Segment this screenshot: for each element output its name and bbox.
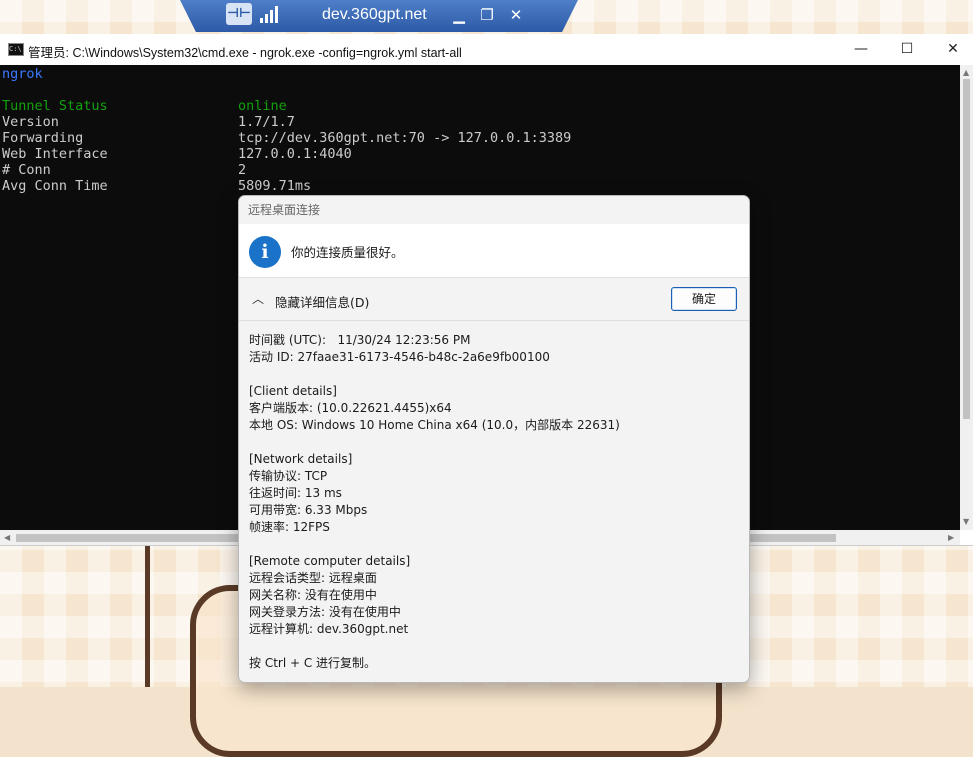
- signal-icon[interactable]: [260, 5, 278, 23]
- rdp-close-button[interactable]: ✕: [505, 4, 527, 26]
- console-row-label: Web Interface: [2, 146, 108, 162]
- dialog-message: 你的连接质量很好。: [291, 245, 404, 260]
- background-line: [145, 545, 150, 687]
- console-row-label: Version: [2, 114, 59, 130]
- details-line: 本地 OS: Windows 10 Home China x64 (10.0，内…: [249, 418, 620, 432]
- console-row-label: Avg Conn Time: [2, 178, 108, 194]
- details-line: 网关登录方法: 没有在使用中: [249, 605, 401, 619]
- vertical-scrollbar[interactable]: ▲ ▼: [960, 65, 973, 530]
- details-line: [249, 638, 739, 655]
- details-line: [Remote computer details]: [249, 554, 411, 568]
- details-line: 可用带宽: 6.33 Mbps: [249, 503, 368, 517]
- console-row-value: tcp://dev.360gpt.net:70 -> 127.0.0.1:338…: [238, 130, 572, 146]
- console-row-value: 5809.71ms: [238, 178, 312, 194]
- rdp-restore-button[interactable]: ❐: [476, 4, 498, 26]
- details-line: [249, 434, 739, 451]
- details-line: 传输协议: TCP: [249, 469, 328, 483]
- pin-icon[interactable]: ⊣⊢: [226, 3, 252, 25]
- vertical-scroll-thumb[interactable]: [963, 79, 970, 419]
- details-line: 客户端版本: (10.0.22621.4455)x64: [249, 401, 452, 415]
- details-line: 往返时间: 13 ms: [249, 486, 342, 500]
- details-line: 时间戳 (UTC): 11/30/24 12:23:56 PM: [249, 333, 471, 347]
- rdp-connection-bar: ⊣⊢ dev.360gpt.net ▁ ❐ ✕: [180, 0, 578, 32]
- rdp-minimize-button[interactable]: ▁: [448, 4, 470, 26]
- console-row-value: online: [238, 98, 287, 114]
- details-line: 远程计算机: dev.360gpt.net: [249, 622, 409, 636]
- rdp-title: dev.360gpt.net: [322, 6, 427, 23]
- console-header: ngrok: [2, 66, 43, 82]
- details-line: 活动 ID: 27faae31-6173-4546-b48c-2a6e9fb00…: [249, 350, 550, 364]
- details-text: 时间戳 (UTC): 11/30/24 12:23:56 PM 活动 ID: 27…: [249, 332, 739, 672]
- info-icon: i: [249, 236, 281, 268]
- dialog-title: 远程桌面连接: [239, 196, 749, 224]
- console-row-label: Tunnel Status: [2, 98, 108, 114]
- cmd-titlebar[interactable]: C:\ 管理员: C:\Windows\System32\cmd.exe - n…: [0, 34, 973, 65]
- console-row-label: Forwarding: [2, 130, 84, 146]
- hide-details-toggle[interactable]: 隐藏详细信息(D): [275, 292, 369, 311]
- details-line: [249, 536, 739, 553]
- cmd-title: 管理员: C:\Windows\System32\cmd.exe - ngrok…: [28, 46, 462, 60]
- console-row-value: 1.7/1.7: [238, 114, 295, 130]
- details-line: [249, 366, 739, 383]
- dialog-action-row: ︿ 隐藏详细信息(D) 确定: [239, 278, 749, 321]
- details-line: 帧速率: 12FPS: [249, 520, 330, 534]
- details-line: [Network details]: [249, 452, 353, 466]
- maximize-button[interactable]: ☐: [884, 34, 930, 65]
- console-row-label: # Conn: [2, 162, 51, 178]
- ok-button[interactable]: 确定: [671, 287, 737, 311]
- console-row-value: 127.0.0.1:4040: [238, 146, 352, 162]
- close-button[interactable]: ✕: [930, 34, 973, 65]
- details-line: 网关名称: 没有在使用中: [249, 588, 377, 602]
- dialog-message-area: i 你的连接质量很好。: [239, 224, 749, 278]
- console-row-value: 2: [238, 162, 247, 178]
- cmd-icon: C:\: [8, 43, 24, 56]
- chevron-up-icon[interactable]: ︿: [252, 290, 264, 307]
- connection-info-dialog: 远程桌面连接 i 你的连接质量很好。 ︿ 隐藏详细信息(D) 确定 时间戳 (U…: [238, 195, 750, 683]
- minimize-button[interactable]: —: [838, 34, 884, 65]
- details-line: 按 Ctrl + C 进行复制。: [249, 656, 377, 670]
- details-line: [Client details]: [249, 384, 337, 398]
- details-line: 远程会话类型: 远程桌面: [249, 571, 377, 585]
